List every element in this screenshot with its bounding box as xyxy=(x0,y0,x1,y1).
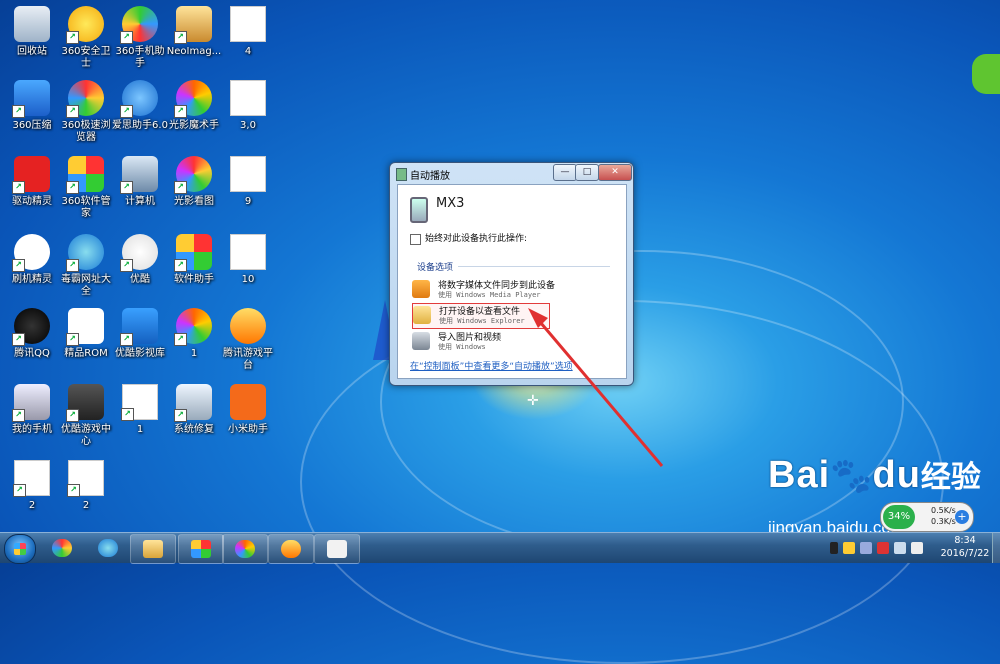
tencent-games-icon xyxy=(281,540,301,558)
tray-volume-icon[interactable] xyxy=(911,542,923,554)
clock-date: 2016/7/22 xyxy=(940,548,990,559)
taskbar-360-browser[interactable] xyxy=(40,534,84,562)
plus-icon[interactable]: + xyxy=(955,510,969,524)
network-speed-widget[interactable]: 34% 0.5K/s 0.3K/s + xyxy=(880,502,974,532)
baidu-paw-icon: 🐾 xyxy=(830,457,873,495)
taskbar: 8:34 2016/7/22 xyxy=(0,532,1000,564)
upload-speed: 0.5K/s xyxy=(931,506,956,515)
folder-icon xyxy=(143,540,163,558)
download-speed: 0.3K/s xyxy=(931,517,956,526)
taskbar-explorer[interactable] xyxy=(130,534,176,564)
start-button[interactable] xyxy=(4,534,36,564)
taskbar-tencent-games[interactable] xyxy=(268,534,314,564)
tray-network-icon[interactable] xyxy=(894,542,906,554)
tray-keyboard-icon[interactable] xyxy=(860,542,872,554)
taskbar-image[interactable] xyxy=(314,534,360,564)
watermark-text-2: du xyxy=(872,454,921,496)
usage-percent: 34% xyxy=(883,505,915,529)
360-browser-icon xyxy=(52,539,72,557)
show-desktop-button[interactable] xyxy=(992,533,1000,563)
tray-flag-icon[interactable] xyxy=(877,542,889,554)
pinwheel-icon xyxy=(235,540,255,558)
taskbar-ie[interactable] xyxy=(86,534,130,562)
watermark-text: Bai xyxy=(768,454,831,496)
clock-time: 8:34 xyxy=(954,535,976,546)
taskbar-software-assistant[interactable] xyxy=(178,534,224,564)
watermark-cn: 经验 xyxy=(920,461,981,494)
cat-image-icon xyxy=(327,540,347,558)
taskbar-photo-viewer[interactable] xyxy=(222,534,268,564)
tray-shield-icon[interactable] xyxy=(843,542,855,554)
system-tray xyxy=(830,542,923,556)
tray-arrow-icon[interactable] xyxy=(830,542,838,554)
taskbar-clock[interactable]: 8:34 2016/7/22 xyxy=(940,534,990,560)
baidu-jingyan-watermark: Bai🐾du经验 jingyan.baidu.com xyxy=(768,452,981,537)
software-assistant-icon xyxy=(191,540,211,558)
internet-explorer-icon xyxy=(98,539,118,557)
windows-logo-icon xyxy=(14,543,26,555)
